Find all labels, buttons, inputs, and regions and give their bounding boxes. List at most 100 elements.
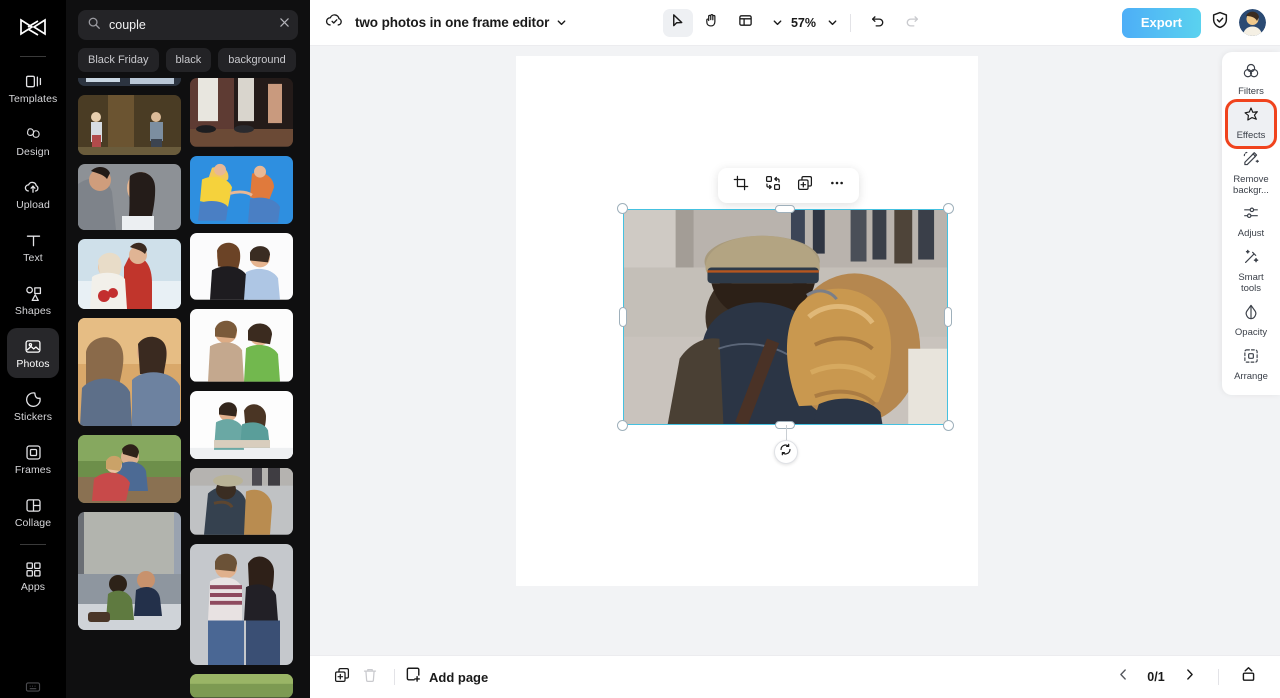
next-page-button[interactable] [1175,663,1203,691]
photo-thumbnail[interactable] [190,674,293,698]
sidebar-item-photos[interactable]: Photos [7,328,59,378]
canvas-area[interactable] [310,46,1280,655]
cursor-icon [670,13,685,33]
sidebar-item-collage[interactable]: Collage [7,487,59,537]
resize-handle-top-right[interactable] [943,203,954,214]
right-rail-item-smart-tools[interactable]: Smart tools [1228,244,1274,298]
sidebar-item-stickers[interactable]: Stickers [7,381,59,431]
right-tool-rail: Filters Effects Remove backgr... Adjust [1222,52,1280,395]
rail-bottom-button[interactable] [0,680,66,694]
replace-button[interactable] [758,172,787,199]
sidebar-label: Upload [16,198,50,211]
search-box[interactable] [78,10,298,40]
photo-thumbnail[interactable] [190,308,293,382]
photo-thumbnail[interactable] [78,239,181,309]
hand-tool-button[interactable] [697,9,727,37]
rail-divider-top [20,56,46,57]
add-page-button[interactable]: Add page [405,666,488,688]
shield-check-icon[interactable] [1210,10,1230,35]
rotate-icon [779,443,792,461]
more-dots-icon [829,175,845,196]
photo-thumbnail[interactable] [78,512,181,630]
sidebar-item-upload[interactable]: Upload [7,169,59,219]
right-rail-item-adjust[interactable]: Adjust [1228,200,1274,244]
photo-thumbnail[interactable] [78,95,181,155]
left-icon-rail: Templates Design Upload Text Shapes Phot… [0,0,66,698]
photo-thumbnail[interactable] [190,78,293,147]
chip-background[interactable]: background [218,48,296,72]
more-button[interactable] [822,172,851,199]
cloud-saved-icon[interactable] [324,11,346,34]
photo-thumbnail[interactable] [190,543,293,666]
photos-panel: Black Friday black background [66,0,310,698]
prev-page-button[interactable] [1109,663,1137,691]
right-rail-item-arrange[interactable]: Arrange [1228,343,1274,387]
avatar[interactable] [1239,9,1266,36]
title-chevron-down-icon[interactable] [556,17,567,28]
resize-handle-bottom-right[interactable] [943,420,954,431]
photo-results-grid[interactable] [66,78,310,698]
timeline-panel-icon [1240,666,1257,688]
resize-handle-top-left[interactable] [617,203,628,214]
resize-handle-right[interactable] [944,307,952,327]
photo-thumbnail[interactable] [190,233,293,300]
photo-thumbnail[interactable] [78,78,181,86]
right-rail-item-filters[interactable]: Filters [1228,58,1274,102]
undo-button[interactable] [863,9,893,37]
templates-icon [24,72,43,91]
selected-image[interactable] [623,209,948,425]
chevron-left-icon [1117,668,1130,686]
adjust-sliders-icon [1242,204,1260,227]
resize-handle-left[interactable] [619,307,627,327]
photo-thumbnail[interactable] [190,155,293,225]
sidebar-item-apps[interactable]: Apps [7,551,59,601]
add-page-icon [405,666,422,688]
photo-thumbnail[interactable] [190,390,293,460]
right-rail-item-effects[interactable]: Effects [1225,99,1277,149]
clear-search-icon[interactable] [278,16,291,34]
photo-thumbnail[interactable] [78,435,181,503]
photo-thumbnail[interactable] [190,468,293,535]
duplicate-icon [797,175,813,196]
sidebar-item-design[interactable]: Design [7,116,59,166]
chip-black[interactable]: black [165,48,212,72]
photo-thumbnail[interactable] [78,164,181,230]
select-tool-button[interactable] [662,8,693,37]
rotate-handle[interactable] [773,440,798,464]
zoom-control[interactable]: 57% [789,16,838,30]
photo-column-left [78,78,181,698]
duplicate-button[interactable] [790,172,819,199]
sidebar-item-text[interactable]: Text [7,222,59,272]
redo-button[interactable] [897,9,927,37]
timeline-panel-button[interactable] [1234,663,1262,691]
duplicate-page-button[interactable] [328,663,356,691]
sidebar-item-templates[interactable]: Templates [7,63,59,113]
page-title: two photos in one frame editor [355,15,550,30]
replace-icon [765,175,781,196]
add-page-label: Add page [429,669,489,685]
capcut-editor-app: Templates Design Upload Text Shapes Phot… [0,0,1280,698]
capcut-logo[interactable] [11,8,55,48]
layout-chevron-down-icon[interactable] [772,17,783,28]
right-rail-item-opacity[interactable]: Opacity [1228,299,1274,343]
resize-handle-bottom-left[interactable] [617,420,628,431]
selected-image-frame[interactable] [617,203,954,464]
sidebar-item-shapes[interactable]: Shapes [7,275,59,325]
sidebar-label: Photos [16,357,50,370]
export-button[interactable]: Export [1121,7,1201,38]
search-input[interactable] [109,18,270,32]
apps-grid-icon [24,560,43,579]
chip-black-friday[interactable]: Black Friday [78,48,159,72]
photo-thumbnail[interactable] [78,318,181,426]
right-rail-item-remove-background[interactable]: Remove backgr... [1228,146,1274,200]
crop-button[interactable] [726,172,755,199]
undo-icon [870,12,886,33]
duplicate-page-icon [334,667,350,688]
sidebar-item-frames[interactable]: Frames [7,434,59,484]
zoom-chevron-down-icon[interactable] [827,17,838,28]
resize-handle-top[interactable] [775,205,795,213]
delete-page-button[interactable] [356,663,384,691]
layout-tool-button[interactable] [731,9,761,37]
toolbar-divider [850,13,852,32]
sidebar-label: Text [23,251,43,264]
